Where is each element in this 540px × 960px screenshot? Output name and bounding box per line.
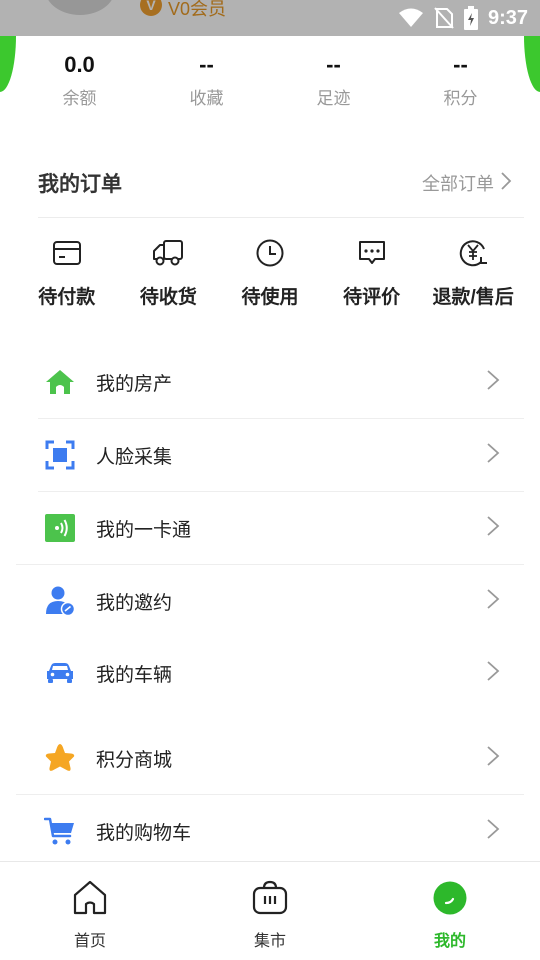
menu-item-invitations[interactable]: 我的邀约	[16, 565, 524, 637]
order-item-label: 待收货	[139, 287, 197, 308]
card-signal-icon	[44, 512, 76, 544]
order-refund[interactable]: 退款/售后	[422, 236, 524, 309]
chevron-right-icon	[486, 818, 500, 845]
header-decoration-left	[0, 36, 16, 92]
menu-item-label: 我的房产	[96, 373, 173, 395]
menu-item-label: 我的一卡通	[96, 519, 192, 541]
chevron-right-icon	[486, 588, 500, 615]
order-item-label: 待使用	[241, 287, 299, 308]
order-status-row: 待付款 待收货 待使用 待评价 退款/售后	[16, 236, 524, 309]
car-icon	[44, 657, 76, 689]
yen-refund-icon	[456, 236, 490, 270]
nav-market[interactable]: 集市	[180, 862, 360, 960]
house-icon	[44, 366, 76, 398]
stat-value: --	[453, 52, 468, 77]
star-icon	[44, 742, 76, 774]
order-pending-review[interactable]: 待评价	[321, 236, 423, 309]
menu-item-points-mall[interactable]: 积分商城	[16, 722, 524, 794]
stat-points[interactable]: -- 积分	[397, 50, 524, 109]
menu-item-label: 积分商城	[96, 749, 173, 771]
chevron-right-icon	[486, 660, 500, 687]
stat-label: 足迹	[316, 89, 351, 108]
no-sim-icon	[434, 7, 454, 29]
stat-footprints[interactable]: -- 足迹	[270, 50, 397, 109]
menu-item-face-capture[interactable]: 人脸采集	[16, 419, 524, 491]
menu-item-label: 我的车辆	[96, 664, 173, 686]
menu-item-vehicles[interactable]: 我的车辆	[16, 637, 524, 709]
header-decoration-right	[524, 36, 540, 92]
stat-favorites[interactable]: -- 收藏	[143, 50, 270, 109]
basket-icon	[252, 880, 288, 921]
nav-label: 集市	[253, 933, 286, 950]
chevron-right-icon	[486, 515, 500, 542]
nav-profile[interactable]: 我的	[360, 862, 540, 960]
stat-value: 0.0	[64, 52, 95, 77]
order-pending-receipt[interactable]: 待收货	[118, 236, 220, 309]
account-stats: 0.0 余额 -- 收藏 -- 足迹 -- 积分	[16, 50, 524, 109]
order-item-label: 待付款	[38, 287, 96, 308]
nav-label: 我的	[433, 933, 466, 950]
menu-item-label: 人脸采集	[96, 446, 173, 468]
orders-title: 我的订单	[38, 173, 122, 196]
divider	[38, 217, 524, 218]
profile-icon	[432, 880, 468, 921]
chevron-right-icon	[486, 442, 500, 469]
home-icon	[72, 880, 108, 921]
menu-item-property[interactable]: 我的房产	[16, 346, 524, 418]
chevron-right-icon	[486, 745, 500, 772]
chevron-right-icon	[500, 171, 512, 196]
stat-label: 余额	[62, 89, 97, 108]
order-item-label: 待评价	[343, 287, 401, 308]
order-item-label: 退款/售后	[432, 287, 514, 308]
stat-value: --	[326, 52, 341, 77]
stat-value: --	[199, 52, 214, 77]
clock-icon	[253, 236, 287, 270]
menu-item-smart-card[interactable]: 我的一卡通	[16, 492, 524, 564]
stat-label: 积分	[443, 89, 478, 108]
all-orders-label: 全部订单	[422, 174, 494, 194]
battery-icon	[463, 6, 478, 30]
menu-item-label: 我的购物车	[96, 822, 192, 844]
comment-icon	[355, 236, 389, 270]
truck-icon	[151, 236, 185, 270]
order-pending-use[interactable]: 待使用	[219, 236, 321, 309]
cart-icon	[44, 815, 76, 847]
status-bar: 9:37	[0, 0, 540, 36]
wifi-icon	[398, 8, 424, 28]
menu-item-cart[interactable]: 我的购物车	[16, 795, 524, 867]
card-icon	[50, 236, 84, 270]
status-time: 9:37	[487, 6, 528, 29]
nav-label: 首页	[73, 933, 106, 950]
nav-home[interactable]: 首页	[0, 862, 180, 960]
bottom-nav: 首页 集市 我的	[0, 861, 540, 960]
stat-balance[interactable]: 0.0 余额	[16, 50, 143, 109]
all-orders-link[interactable]: 全部订单	[422, 170, 512, 196]
user-invite-icon	[44, 585, 76, 617]
face-scan-icon	[44, 439, 76, 471]
order-pending-payment[interactable]: 待付款	[16, 236, 118, 309]
chevron-right-icon	[486, 369, 500, 396]
menu-item-label: 我的邀约	[96, 592, 173, 614]
stat-label: 收藏	[189, 89, 224, 108]
